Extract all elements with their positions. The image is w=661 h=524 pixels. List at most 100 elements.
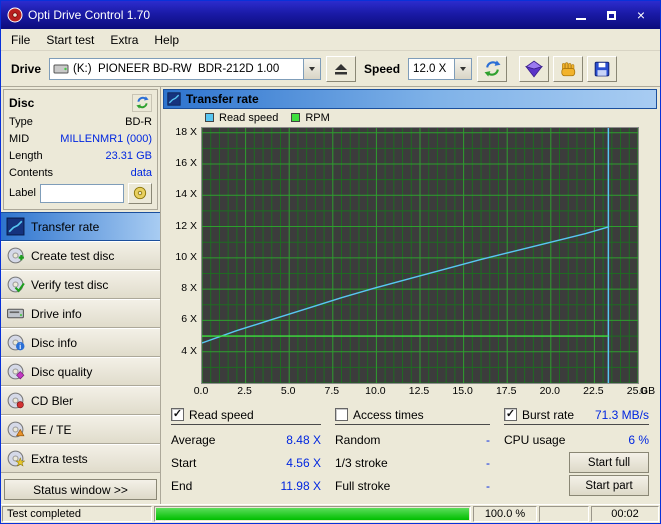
drive-info-icon [6,304,25,323]
disc-panel-title: Disc [9,96,34,110]
drive-select[interactable]: (K:) PIONEER BD-RW BDR-212D 1.00 [49,58,321,80]
disc-label-input[interactable] [40,184,124,203]
disc-panel: Disc Type BD-R [3,89,158,210]
create-test-disc-icon [6,246,25,265]
refresh-speeds-button[interactable] [477,56,507,82]
sidebar-item-drive-info[interactable]: Drive info [1,299,160,328]
start-part-button[interactable]: Start part [569,475,649,496]
disc-quality-shortcut-button[interactable] [519,56,549,82]
disc-type-row: Type BD-R [9,113,152,130]
eject-button[interactable] [326,56,356,82]
cpu-usage-value: 6 % [628,433,649,447]
svg-text:i: i [19,344,21,351]
read-speed-checkbox-label: Read speed [189,408,254,422]
minimize-icon [576,18,586,20]
refresh-icon [484,60,501,77]
sidebar-item-fe-te[interactable]: FE / TE [1,415,160,444]
start-full-button[interactable]: Start full [569,452,649,473]
menu-help[interactable]: Help [146,30,187,50]
average-label: Average [171,433,215,447]
main-panel: Transfer rate Read speed RPM 4 X6 X8 X10… [161,87,660,504]
burst-rate-checkbox[interactable]: ✓ [504,408,517,421]
cd-bler-icon [6,391,25,410]
chevron-down-icon [309,67,315,71]
sidebar-item-disc-info[interactable]: i Disc info [1,328,160,357]
sidebar-item-cd-bler[interactable]: CD Bler [1,386,160,415]
drive-label: Drive [11,62,41,76]
x-axis-label: 22.5 [578,385,608,397]
cpu-usage-row: CPU usage 6 % [504,428,649,451]
sidebar-item-disc-quality[interactable]: Disc quality [1,357,160,386]
read-speed-checkbox[interactable]: ✓ [171,408,184,421]
disc-panel-header: Disc [9,92,152,113]
fe-te-icon [6,420,25,439]
end-value: 11.98 X [281,479,321,493]
status-blank-cell [539,506,589,522]
speed-select[interactable]: 12.0 X [408,58,472,80]
save-icon [593,60,611,78]
random-label: Random [335,433,380,447]
chart-plot-area [201,127,639,384]
burst-rate-value: 71.3 MB/s [595,408,649,422]
end-row: End 11.98 X [171,474,321,497]
sidebar-item-label: Disc info [31,336,77,350]
sidebar-item-transfer-rate[interactable]: Transfer rate [1,212,160,241]
read-label-button[interactable] [128,183,152,204]
eject-icon [333,61,349,77]
speed-select-value: 12.0 X [409,63,454,75]
refresh-icon [136,96,149,109]
menu-file[interactable]: File [3,30,38,50]
chart-legend: Read speed RPM [163,110,657,125]
sidebar-item-extra-tests[interactable]: Extra tests [1,444,160,473]
access-times-checkbox[interactable] [335,408,348,421]
disc-type-label: Type [9,116,33,128]
menu-extra[interactable]: Extra [102,30,146,50]
disc-label-label: Label [9,187,36,199]
random-value: - [486,433,490,447]
maximize-button[interactable] [596,4,626,26]
gem-icon [525,60,543,78]
extra-tests-icon [6,449,25,468]
sidebar-item-label: FE / TE [31,423,71,437]
menu-start-test[interactable]: Start test [38,30,102,50]
disc-refresh-button[interactable] [132,94,152,112]
read-speed-checkbox-row: ✓ Read speed [171,405,321,425]
stats-panel: ✓ Read speed Average 8.48 X Start 4.56 X… [163,400,657,504]
disc-contents-label: Contents [9,167,53,179]
close-button[interactable]: × [626,4,656,26]
x-axis-unit-label: GB [640,385,660,397]
full-stroke-value: - [486,479,490,493]
one-third-stroke-row: 1/3 stroke - [335,451,490,474]
start-full-row: Start full [504,451,649,474]
content-area: Disc Type BD-R [1,87,660,504]
sidebar-item-create-test-disc[interactable]: Create test disc [1,241,160,270]
sidebar-item-verify-test-disc[interactable]: Verify test disc [1,270,160,299]
y-axis-label: 12 X [163,220,197,232]
x-axis-label: 7.5 [317,385,347,397]
average-value: 8.48 X [286,433,321,447]
status-bar: Test completed 100.0 % 00:02 [1,504,660,523]
chart-canvas [202,128,638,383]
read-speed-stats: ✓ Read speed Average 8.48 X Start 4.56 X… [171,405,321,504]
start-value: 4.56 X [286,456,321,470]
progress-bar [156,508,469,520]
save-button[interactable] [587,56,617,82]
drive-icon [53,61,69,77]
x-axis-label: 20.0 [535,385,565,397]
sidebar-item-label: CD Bler [31,394,73,408]
speed-select-arrow[interactable] [454,59,471,79]
minimize-button[interactable] [566,4,596,26]
end-label: End [171,479,192,493]
status-window-button[interactable]: Status window >> [4,479,157,500]
sidebar-item-label: Extra tests [31,452,88,466]
chevron-down-icon [460,67,466,71]
y-axis-label: 14 X [163,188,197,200]
disc-info-icon: i [6,333,25,352]
disc-contents-row: Contents data [9,164,152,181]
write-test-shortcut-button[interactable] [553,56,583,82]
y-axis-label: 4 X [163,345,197,357]
y-axis-label: 16 X [163,157,197,169]
elapsed-time: 00:02 [591,506,659,522]
disc-label-row: Label [9,181,152,205]
drive-select-arrow[interactable] [303,59,320,79]
